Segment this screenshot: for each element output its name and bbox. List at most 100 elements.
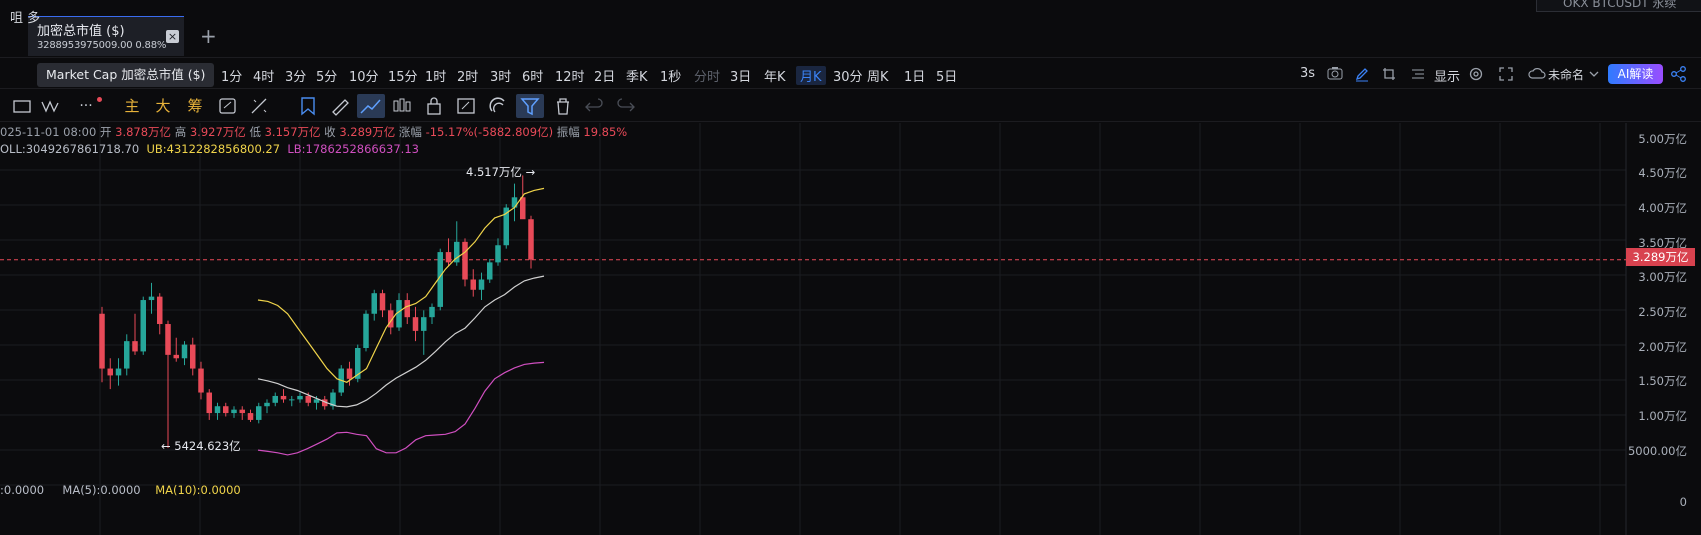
fullscreen-icon[interactable] (1498, 66, 1514, 82)
candle-body (495, 245, 501, 263)
candle-body (140, 300, 146, 352)
interval-5[interactable]: 15分 (388, 66, 418, 85)
redo-icon[interactable] (614, 94, 638, 118)
filter-icon[interactable] (516, 94, 544, 118)
more-tools-icon[interactable]: ··· (74, 94, 98, 118)
high-annotation: 4.517万亿 → (466, 165, 536, 179)
candle-body (148, 296, 155, 301)
rectangle-icon[interactable] (10, 94, 34, 118)
y-axis-tick: 2.50万亿 (1638, 305, 1687, 319)
symbol-search-box[interactable]: OKX BTCUSDT 永续 (1536, 0, 1701, 12)
candle-body (173, 354, 179, 359)
indicator-icon[interactable] (40, 94, 64, 118)
chips-tool[interactable]: 筹 (183, 94, 207, 118)
add-tab-icon[interactable]: + (200, 26, 217, 46)
interval-7[interactable]: 2时 (457, 66, 478, 85)
candle-body (470, 279, 476, 290)
interval-14[interactable]: 分时 (694, 66, 720, 85)
y-axis-tick: 5000.00亿 (1627, 444, 1687, 458)
candle-body (231, 409, 237, 414)
magic-icon[interactable] (248, 94, 272, 118)
refresh-rate[interactable]: 3s (1300, 66, 1315, 81)
candle-body (157, 296, 163, 325)
camera-icon[interactable] (1327, 66, 1343, 80)
interval-10[interactable]: 12时 (555, 66, 585, 85)
boll-upper: UB:4312282856800.27 (146, 142, 281, 156)
change-label: 涨幅 (398, 125, 422, 139)
close-label: 收 (324, 125, 336, 139)
tab-market-cap[interactable]: 加密总市值 ($) 3288953975009.00 0.88% × (28, 16, 184, 56)
candlestick-chart[interactable] (0, 123, 1701, 535)
ai-analysis-button[interactable]: AI解读 (1608, 64, 1663, 84)
interval-13[interactable]: 1秒 (660, 66, 681, 85)
candle-body (256, 406, 262, 420)
interval-19[interactable]: 周K (867, 66, 889, 85)
interval-1[interactable]: 4时 (253, 66, 274, 85)
candle-body (223, 406, 229, 414)
compare-icon[interactable] (216, 94, 240, 118)
interval-20[interactable]: 1日 (904, 66, 925, 85)
layout-name[interactable]: 未命名 (1548, 66, 1584, 83)
crop-icon[interactable] (1381, 66, 1397, 82)
boll-mid: OLL:3049267861718.70 (0, 142, 140, 156)
y-axis-tick: 3.00万亿 (1638, 270, 1687, 284)
interval-8[interactable]: 3时 (490, 66, 511, 85)
candle-body (478, 279, 485, 290)
candle-body (511, 197, 518, 208)
candle-body (264, 402, 270, 407)
trash-icon[interactable] (551, 94, 575, 118)
interval-18[interactable]: 30分 (833, 66, 863, 85)
interval-16[interactable]: 年K (764, 66, 786, 85)
draw-line-icon[interactable] (357, 94, 385, 118)
share-icon[interactable] (1670, 65, 1688, 83)
volume-ma-info: :0.0000 MA(5):0.0000 MA(10):0.0000 (0, 483, 241, 497)
candle-body (297, 395, 303, 400)
large-tool[interactable]: 大 (151, 94, 175, 118)
candle-body (346, 368, 353, 379)
interval-17[interactable]: 月K (796, 66, 826, 85)
list-icon[interactable] (1411, 67, 1425, 81)
candle-body (379, 293, 386, 311)
interval-21[interactable]: 5日 (936, 66, 957, 85)
main-chart-tool[interactable]: 主 (120, 94, 144, 118)
candle-body (132, 341, 138, 352)
settings-icon[interactable] (1468, 66, 1484, 82)
magnet-icon[interactable] (486, 94, 510, 118)
undo-icon[interactable] (582, 94, 606, 118)
candle-body (421, 317, 427, 331)
candle-body (214, 406, 221, 414)
candles-icon[interactable] (390, 94, 414, 118)
y-axis-tick: 4.00万亿 (1638, 201, 1687, 215)
candle-body (247, 413, 254, 420)
interval-12[interactable]: 季K (626, 66, 648, 85)
low-label: 低 (249, 125, 261, 139)
interval-15[interactable]: 3日 (730, 66, 751, 85)
candle-body (165, 324, 171, 355)
boll-lower-line (257, 361, 545, 456)
candle-body (198, 368, 204, 393)
lock-icon[interactable] (422, 94, 446, 118)
close-icon[interactable]: × (166, 30, 179, 43)
candle-body (462, 241, 468, 280)
edit-icon[interactable] (454, 94, 478, 118)
ruler-icon[interactable] (328, 94, 352, 118)
bookmark-icon[interactable] (296, 94, 320, 118)
current-price-tag: 3.289万亿 (1626, 248, 1695, 266)
y-axis-tick: 4.50万亿 (1638, 166, 1687, 180)
cloud-icon[interactable] (1528, 66, 1546, 80)
interval-0[interactable]: 1分 (221, 66, 242, 85)
interval-9[interactable]: 6时 (522, 66, 543, 85)
symbol-search-text: OKX BTCUSDT 永续 (1563, 0, 1677, 10)
pen-icon[interactable] (1354, 66, 1370, 82)
interval-2[interactable]: 3分 (285, 66, 306, 85)
interval-6[interactable]: 1时 (425, 66, 446, 85)
change-value: -15.17%(-5882.809亿) (425, 125, 554, 139)
interval-3[interactable]: 5分 (316, 66, 337, 85)
ohlc-info: 025-11-01 08:00 开 3.878万亿 高 3.927万亿 低 3.… (0, 124, 627, 140)
chevron-down-icon[interactable] (1589, 70, 1599, 78)
interval-11[interactable]: 2日 (594, 66, 615, 85)
display-menu[interactable]: 显示 (1434, 66, 1460, 85)
interval-4[interactable]: 10分 (349, 66, 379, 85)
symbol-fragment[interactable]: 咀 多 (10, 7, 40, 26)
candle-body (181, 344, 188, 359)
